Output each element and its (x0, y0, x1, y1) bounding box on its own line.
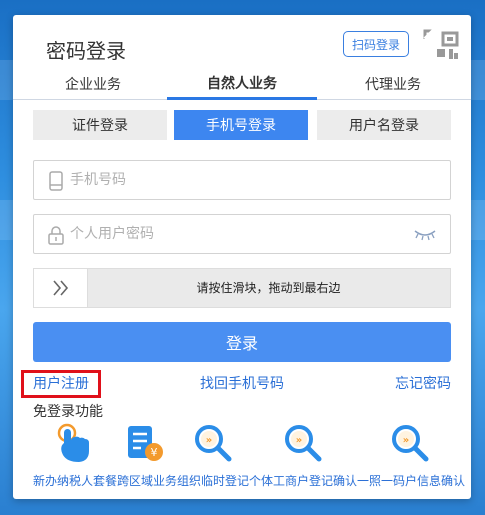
hand-pointer-icon[interactable] (53, 423, 93, 463)
tab-enterprise[interactable]: 企业业务 (43, 69, 143, 99)
tax-document-icon[interactable]: ¥ (125, 423, 165, 463)
search-icon[interactable]: » (193, 423, 233, 463)
business-tabs: 企业业务 自然人业务 代理业务 (13, 69, 471, 100)
qr-code-icon[interactable] (423, 27, 461, 63)
tab-agent[interactable]: 代理业务 (343, 69, 443, 99)
page-title: 密码登录 (46, 39, 126, 63)
eye-closed-icon[interactable] (414, 227, 436, 241)
svg-text:»: » (206, 435, 212, 446)
login-mode-tabs: 证件登录 手机号登录 用户名登录 (33, 110, 451, 140)
scan-login-button[interactable]: 扫码登录 (343, 31, 409, 57)
tab-username-login[interactable]: 用户名登录 (317, 110, 451, 140)
register-link[interactable]: 用户注册 (33, 373, 89, 393)
search-icon[interactable]: » (283, 423, 323, 463)
search-icon[interactable]: » (390, 423, 430, 463)
svg-text:»: » (296, 435, 302, 446)
login-button[interactable]: 登录 (33, 322, 451, 362)
phone-placeholder: 手机号码 (70, 172, 126, 188)
login-card: 密码登录 扫码登录 企业业务 自然人业务 代理业务 证件登录 手机号登录 用户名… (13, 15, 471, 499)
phone-icon (49, 171, 63, 191)
tab-id-login[interactable]: 证件登录 (33, 110, 167, 140)
phone-field[interactable]: 手机号码 (33, 160, 451, 200)
retrieve-phone-link[interactable]: 找回手机号码 (200, 373, 284, 393)
password-field[interactable]: 个人用户密码 (33, 214, 451, 254)
slider-handle[interactable] (34, 269, 88, 307)
captcha-slider: 请按住滑块，拖动到最右边 (33, 268, 451, 308)
svg-text:¥: ¥ (151, 446, 158, 459)
password-placeholder: 个人用户密码 (70, 226, 154, 242)
tab-individual[interactable]: 自然人业务 (167, 69, 317, 100)
double-chevron-right-icon (52, 280, 68, 296)
login-free-label: 免登录功能 (33, 404, 103, 420)
slider-hint: 请按住滑块，拖动到最右边 (196, 281, 341, 295)
tab-phone-login[interactable]: 手机号登录 (174, 110, 308, 140)
lock-icon (48, 226, 64, 245)
quick-function-labels[interactable]: 新办纳税人套餐跨区域业务组织临时登记个体工商户登记确认一照一码户信息确认 (33, 472, 465, 489)
forgot-password-link[interactable]: 忘记密码 (395, 373, 451, 393)
svg-text:»: » (403, 435, 409, 446)
